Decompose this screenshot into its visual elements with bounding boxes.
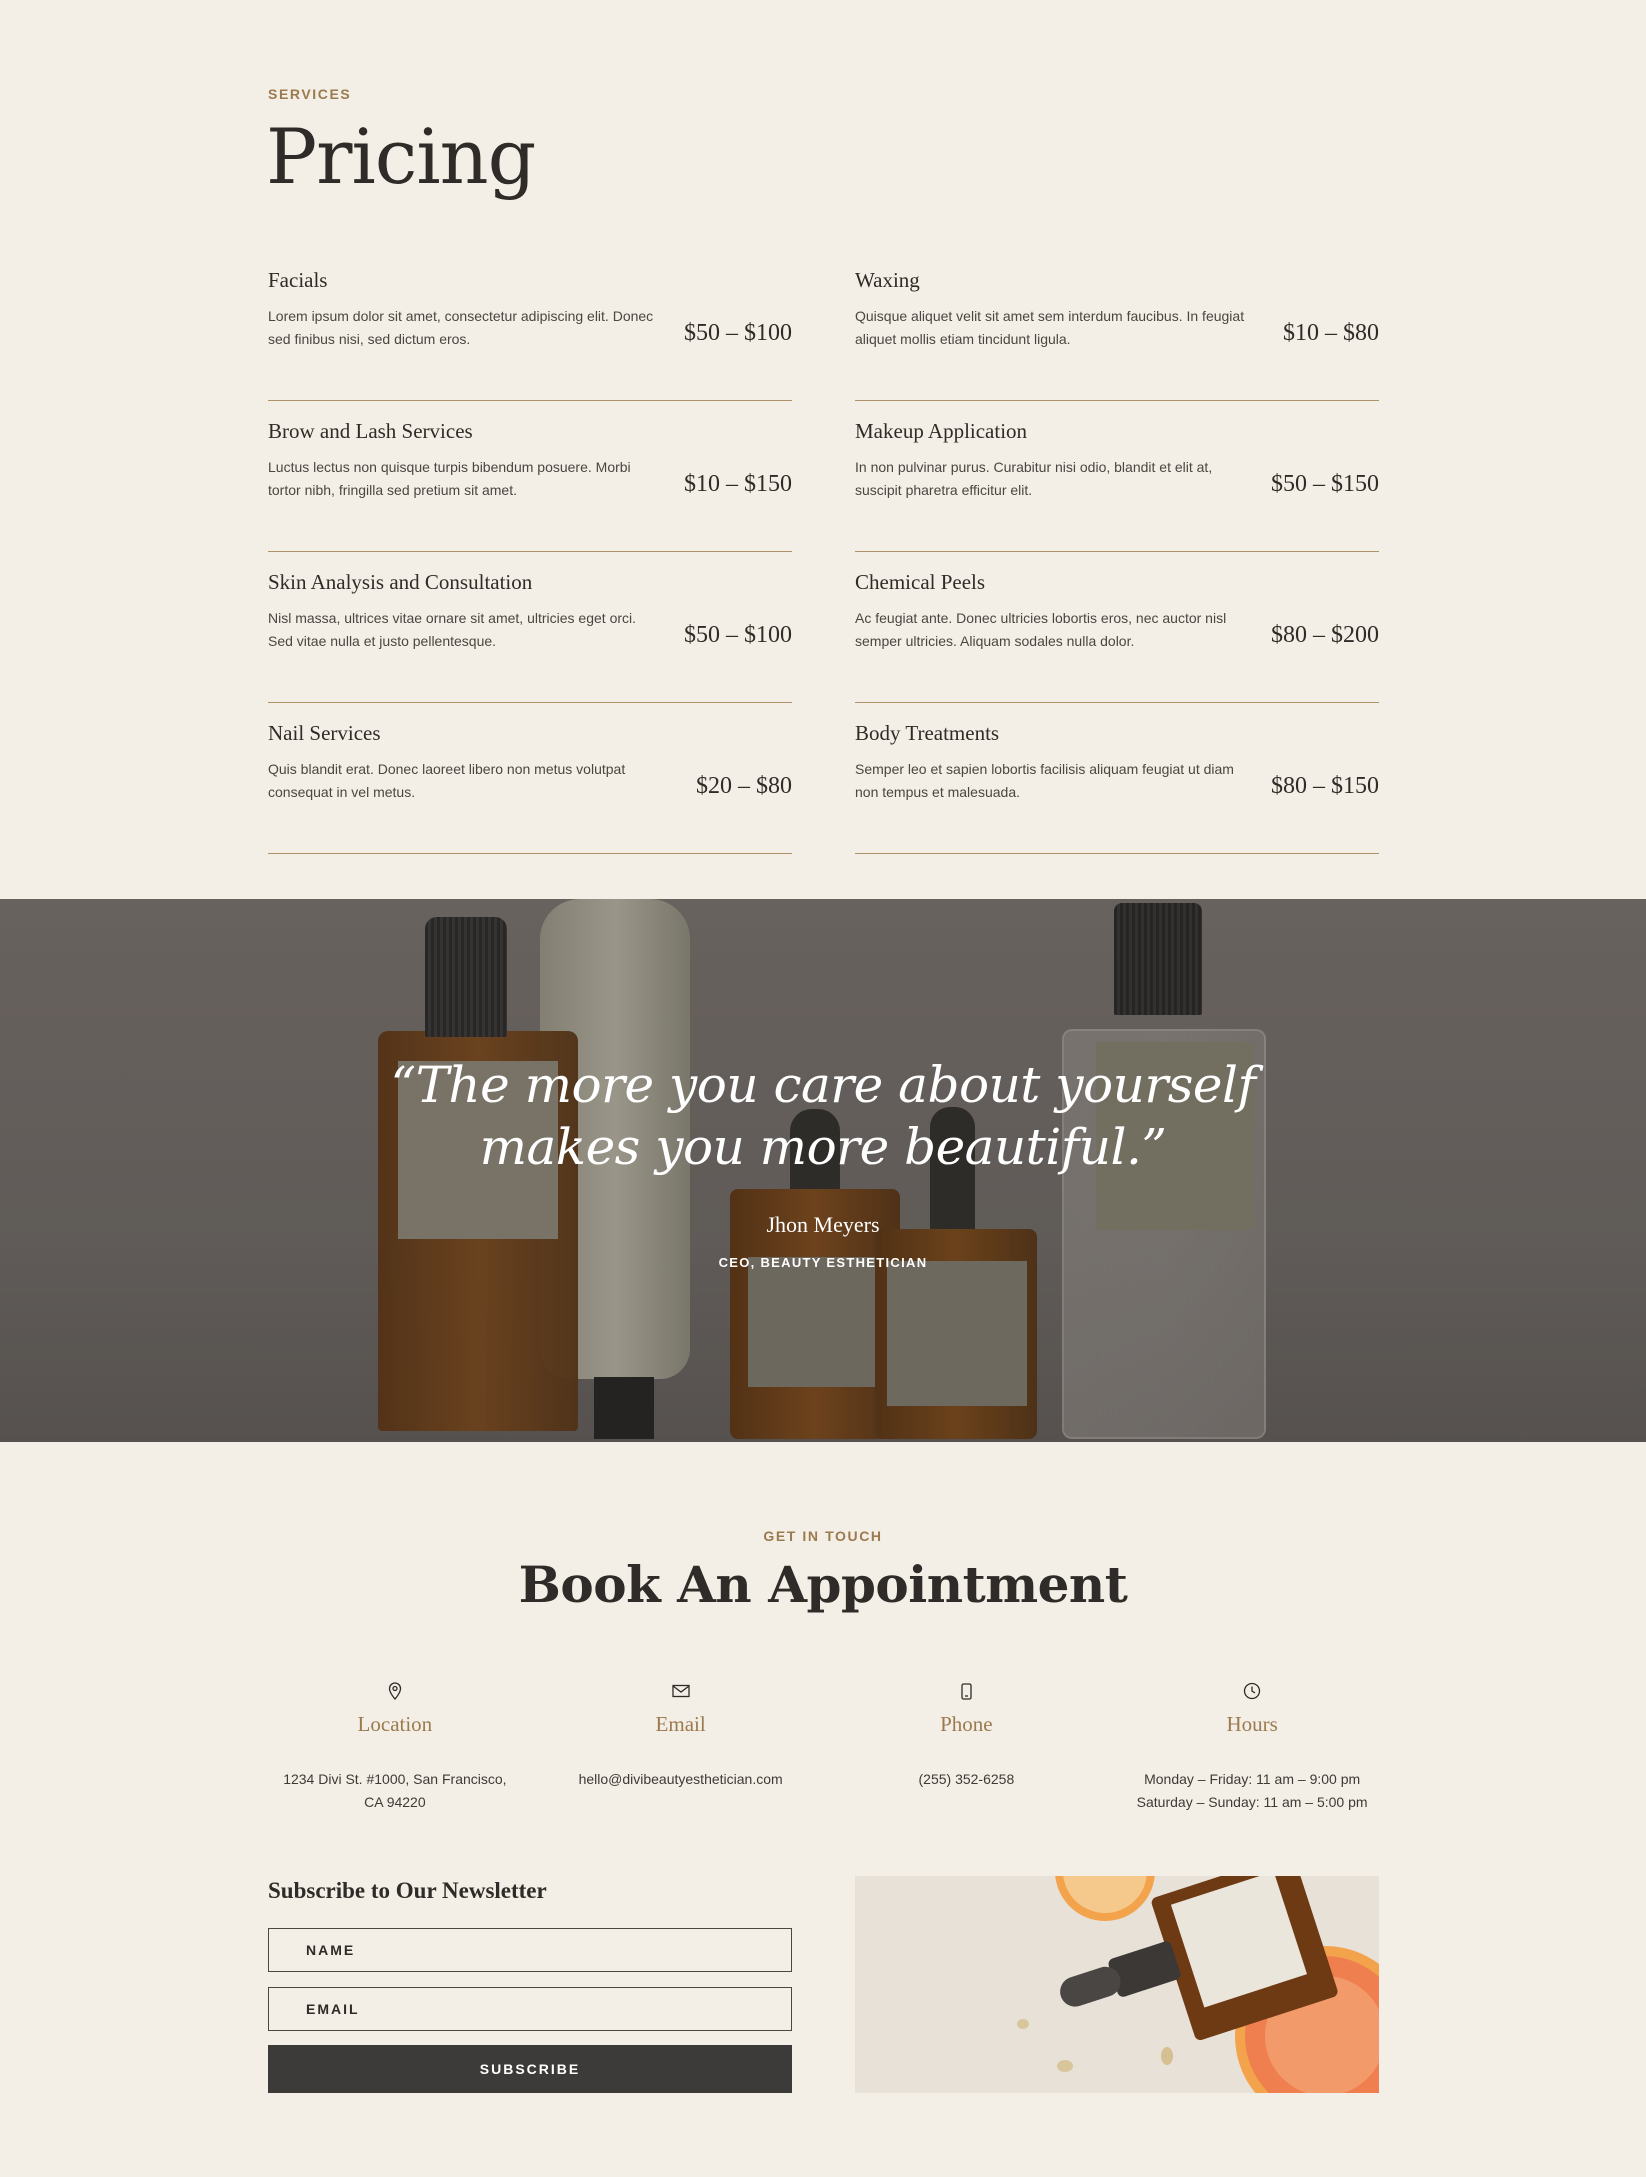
appointment-title: Book An Appointment [518, 1555, 1128, 1614]
price-item-desc: Quis blandit erat. Donec laoreet libero … [268, 761, 626, 800]
newsletter-name-input[interactable] [268, 1928, 792, 1972]
price-item-name: Brow and Lash Services [268, 419, 473, 443]
clock-icon [1125, 1680, 1379, 1702]
price-item-name: Makeup Application [855, 419, 1028, 443]
price-item-name: Body Treatments [855, 721, 1000, 745]
newsletter-title: Subscribe to Our Newsletter [268, 1878, 547, 1903]
price-item-price: $80 – $150 [1271, 773, 1379, 799]
contact-email: Email hello@divibeautyesthetician.com [554, 1680, 808, 1814]
contact-line: 1234 Divi St. #1000, San Francisco, [283, 1771, 507, 1787]
price-item-price: $10 – $150 [684, 471, 792, 497]
price-item-waxing: Waxing Quisque aliquet velit sit amet se… [855, 250, 1379, 401]
quote-author-role: CEO, BEAUTY ESTHETICIAN [718, 1255, 928, 1270]
price-item-chemical-peels: Chemical Peels Ac feugiat ante. Donec ul… [855, 552, 1379, 703]
contact-value[interactable]: hello@divibeautyesthetician.com [554, 1768, 808, 1791]
price-item-name: Chemical Peels [855, 570, 986, 594]
price-item-name: Skin Analysis and Consultation [268, 570, 533, 594]
phone-icon [840, 1680, 1094, 1702]
newsletter-email-input[interactable] [268, 1987, 792, 2031]
contact-info-row: Location 1234 Divi St. #1000, San Franci… [268, 1680, 1379, 1814]
quote-line: “The more you care about yourself [390, 1056, 1256, 1114]
price-item-facials: Facials Lorem ipsum dolor sit amet, cons… [268, 250, 792, 401]
pricing-title: Pricing [266, 112, 536, 201]
contact-title: Hours [1226, 1712, 1278, 1736]
contact-title: Location [357, 1712, 433, 1736]
email-link[interactable]: hello@divibeautyesthetician.com [554, 1768, 808, 1791]
price-item-name: Waxing [855, 268, 920, 292]
price-item-name: Nail Services [268, 721, 381, 745]
contact-title: Phone [940, 1712, 993, 1736]
price-item-desc: Nisl massa, ultrices vitae ornare sit am… [268, 610, 637, 649]
price-item-brow-lash: Brow and Lash Services Luctus lectus non… [268, 401, 792, 552]
contact-title: Email [655, 1712, 706, 1736]
contact-line: CA 94220 [364, 1794, 426, 1810]
price-item-makeup: Makeup Application In non pulvinar purus… [855, 401, 1379, 552]
price-item-desc: Lorem ipsum dolor sit amet, consectetur … [268, 308, 654, 347]
quote-line: makes you more beautiful.” [479, 1118, 1167, 1176]
pricing-eyebrow: SERVICES [268, 86, 352, 102]
price-list: Facials Lorem ipsum dolor sit amet, cons… [268, 250, 1379, 854]
price-item-desc: Ac feugiat ante. Donec ultricies loborti… [855, 610, 1227, 649]
price-item-name: Facials [268, 268, 328, 292]
testimonial-quote: “The more you care about yourself makes … [0, 1054, 1646, 1178]
newsletter-product-image [855, 1876, 1379, 2093]
contact-value[interactable]: (255) 352-6258 [840, 1768, 1094, 1791]
price-item-desc: Semper leo et sapien lobortis facilisis … [855, 761, 1234, 800]
testimonial-banner: “The more you care about yourself makes … [0, 899, 1646, 1442]
quote-author: Jhon Meyers [766, 1212, 880, 1237]
contact-line: Saturday – Sunday: 11 am – 5:00 pm [1136, 1794, 1368, 1810]
price-item-price: $50 – $150 [1271, 471, 1379, 497]
price-item-price: $50 – $100 [684, 622, 792, 648]
appointment-eyebrow: GET IN TOUCH [763, 1528, 883, 1544]
price-item-body-treatments: Body Treatments Semper leo et sapien lob… [855, 703, 1379, 854]
contact-value: Monday – Friday: 11 am – 9:00 pm Saturda… [1125, 1768, 1379, 1814]
contact-location: Location 1234 Divi St. #1000, San Franci… [268, 1680, 522, 1814]
price-item-nail-services: Nail Services Quis blandit erat. Donec l… [268, 703, 792, 854]
price-item-desc: In non pulvinar purus. Curabitur nisi od… [855, 459, 1213, 498]
contact-phone: Phone (255) 352-6258 [840, 1680, 1094, 1814]
price-item-desc: Quisque aliquet velit sit amet sem inter… [855, 308, 1245, 347]
envelope-icon [554, 1680, 808, 1702]
phone-link[interactable]: (255) 352-6258 [840, 1768, 1094, 1791]
contact-line: Monday – Friday: 11 am – 9:00 pm [1144, 1771, 1361, 1787]
price-item-price: $10 – $80 [1283, 320, 1379, 346]
price-item-price: $80 – $200 [1271, 622, 1379, 648]
contact-value: 1234 Divi St. #1000, San Francisco, CA 9… [268, 1768, 522, 1814]
price-item-desc: Luctus lectus non quisque turpis bibendu… [268, 459, 631, 498]
price-item-skin-analysis: Skin Analysis and Consultation Nisl mass… [268, 552, 792, 703]
price-item-price: $20 – $80 [696, 773, 792, 799]
subscribe-button[interactable]: SUBSCRIBE [268, 2045, 792, 2093]
map-pin-icon [268, 1680, 522, 1702]
contact-hours: Hours Monday – Friday: 11 am – 9:00 pm S… [1125, 1680, 1379, 1814]
price-item-price: $50 – $100 [684, 320, 792, 346]
